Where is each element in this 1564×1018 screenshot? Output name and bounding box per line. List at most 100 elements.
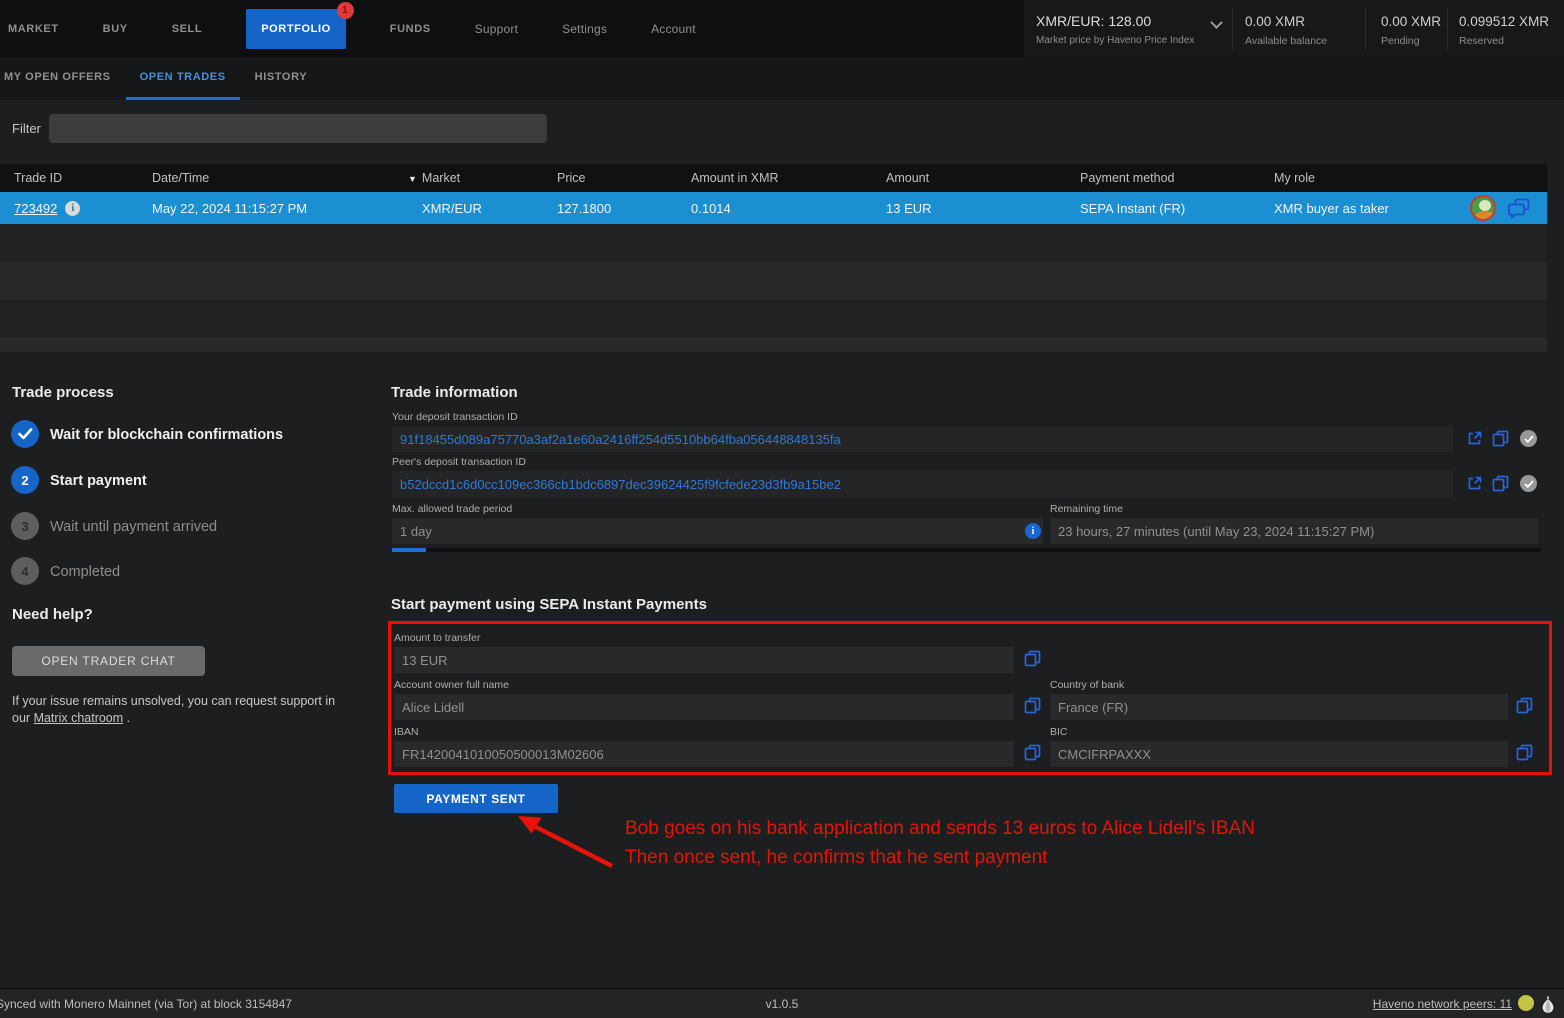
period-info-icon[interactable] <box>1025 523 1041 539</box>
iban-field[interactable]: FR1420041010050500013M02606 <box>394 741 1014 767</box>
col-datetime[interactable]: Date/Time <box>152 171 408 185</box>
external-link-icon[interactable] <box>1466 430 1483 447</box>
tab-history[interactable]: HISTORY <box>253 57 310 100</box>
country-field[interactable]: France (FR) <box>1050 694 1508 720</box>
chevron-down-icon <box>1210 16 1223 29</box>
nav-portfolio-label: PORTFOLIO <box>261 23 331 35</box>
copy-icon[interactable] <box>1024 744 1041 761</box>
your-deposit-tx-field[interactable]: 91f18455d089a75770a3af2a1e60a2416ff254d5… <box>392 426 1453 452</box>
trade-info-icon[interactable] <box>65 201 80 216</box>
cell-amount-xmr: 0.1014 <box>691 201 886 216</box>
version-label: v1.0.5 <box>766 997 799 1011</box>
step4-number: 4 <box>11 557 39 585</box>
tor-onion-icon <box>1540 994 1556 1014</box>
network-status-dot <box>1518 995 1534 1011</box>
help-text: If your issue remains unsolved, you can … <box>12 693 342 727</box>
balance-panel: XMR/EUR: 128.00 Market price by Haveno P… <box>1024 0 1564 57</box>
empty-row <box>0 224 1547 262</box>
col-my-role[interactable]: My role <box>1274 171 1470 185</box>
remaining-time-field[interactable]: 23 hours, 27 minutes (until May 23, 2024… <box>1050 518 1538 544</box>
nav-buy[interactable]: BUY <box>103 23 128 35</box>
pending-balance-value: 0.00 XMR <box>1381 14 1441 29</box>
nav-account[interactable]: Account <box>651 22 696 36</box>
max-period-label: Max. allowed trade period <box>392 503 512 515</box>
reserved-balance-label: Reserved <box>1459 35 1504 47</box>
cell-datetime: May 22, 2024 11:15:27 PM <box>152 201 408 216</box>
copy-icon[interactable] <box>1024 650 1041 667</box>
haveno-app: MARKET BUY SELL PORTFOLIO 1 FUNDS Suppor… <box>0 0 1564 1018</box>
copy-icon[interactable] <box>1492 475 1509 492</box>
peer-avatar[interactable] <box>1470 195 1496 221</box>
tab-my-open-offers[interactable]: MY OPEN OFFERS <box>2 57 113 100</box>
nav-sell[interactable]: SELL <box>172 23 203 35</box>
nav-portfolio[interactable]: PORTFOLIO 1 <box>246 9 346 49</box>
cell-my-role: XMR buyer as taker <box>1274 201 1470 216</box>
col-market[interactable]: ▼Market <box>408 171 557 185</box>
remaining-time-label: Remaining time <box>1050 503 1123 515</box>
nav-market[interactable]: MARKET <box>8 23 59 35</box>
step2-label: Start payment <box>50 473 147 489</box>
col-price[interactable]: Price <box>557 171 691 185</box>
matrix-chatroom-link[interactable]: Matrix chatroom <box>34 711 124 725</box>
tab-open-trades[interactable]: OPEN TRADES <box>126 57 240 100</box>
step3-label: Wait until payment arrived <box>50 519 217 535</box>
your-deposit-label: Your deposit transaction ID <box>392 411 518 423</box>
network-peers-link[interactable]: Haveno network peers: 11 <box>1373 997 1512 1011</box>
bic-field[interactable]: CMCIFRPAXXX <box>1050 741 1508 767</box>
filter-input[interactable] <box>49 114 547 143</box>
payment-section-title: Start payment using SEPA Instant Payment… <box>391 596 707 613</box>
status-bar: Synced with Monero Mainnet (via Tor) at … <box>0 988 1564 1018</box>
confirmed-check-icon <box>1520 475 1537 492</box>
copy-icon[interactable] <box>1492 430 1509 447</box>
amount-label: Amount to transfer <box>394 632 480 644</box>
market-price-value: XMR/EUR: 128.00 <box>1036 13 1151 29</box>
portfolio-badge: 1 <box>337 2 354 19</box>
market-price-subtitle: Market price by Haveno Price Index <box>1036 35 1194 46</box>
help-text-suffix: . <box>123 711 130 725</box>
nav-settings[interactable]: Settings <box>562 22 607 36</box>
empty-row <box>0 300 1547 337</box>
market-price-selector[interactable]: XMR/EUR: 128.00 Market price by Haveno P… <box>1024 0 1232 57</box>
nav-funds[interactable]: FUNDS <box>390 23 431 35</box>
cell-payment-method: SEPA Instant (FR) <box>1080 201 1274 216</box>
nav-support[interactable]: Support <box>475 22 518 36</box>
step4-label: Completed <box>50 564 120 580</box>
peer-deposit-tx-field[interactable]: b52dccd1c6d0cc109ec366cb1bdc6897dec39624… <box>392 471 1453 497</box>
copy-icon[interactable] <box>1516 744 1533 761</box>
step1-done-icon <box>11 420 39 448</box>
pending-balance-label: Pending <box>1381 35 1420 47</box>
top-nav-bar: MARKET BUY SELL PORTFOLIO 1 FUNDS Suppor… <box>0 0 1564 57</box>
cell-amount: 13 EUR <box>886 201 1080 216</box>
trades-table-header: Trade ID Date/Time ▼Market Price Amount … <box>0 164 1547 192</box>
available-balance-value: 0.00 XMR <box>1245 14 1305 29</box>
amount-field[interactable]: 13 EUR <box>394 647 1014 673</box>
sort-desc-icon: ▼ <box>408 174 417 184</box>
trade-information-title: Trade information <box>391 384 518 401</box>
country-label: Country of bank <box>1050 679 1124 691</box>
payment-sent-button[interactable]: PAYMENT SENT <box>394 784 558 813</box>
iban-label: IBAN <box>394 726 419 738</box>
col-payment-method[interactable]: Payment method <box>1080 171 1274 185</box>
owner-field[interactable]: Alice Lidell <box>394 694 1014 720</box>
trader-chat-icon[interactable] <box>1508 198 1530 219</box>
annotation-arrow <box>508 810 623 872</box>
copy-icon[interactable] <box>1024 697 1041 714</box>
max-period-field[interactable]: 1 day <box>392 518 1043 544</box>
cell-market: XMR/EUR <box>408 201 557 216</box>
available-balance-label: Available balance <box>1245 35 1327 47</box>
empty-row <box>0 262 1547 300</box>
open-trader-chat-button[interactable]: OPEN TRADER CHAT <box>12 646 205 676</box>
trade-id-link[interactable]: 723492 <box>14 201 57 216</box>
bic-label: BIC <box>1050 726 1068 738</box>
external-link-icon[interactable] <box>1466 475 1483 492</box>
table-row[interactable]: 723492 May 22, 2024 11:15:27 PM XMR/EUR … <box>0 192 1547 224</box>
step3-number: 3 <box>11 512 39 540</box>
col-amount[interactable]: Amount <box>886 171 1080 185</box>
cell-price: 127.1800 <box>557 201 691 216</box>
col-trade-id[interactable]: Trade ID <box>14 171 152 185</box>
portfolio-subtabs: MY OPEN OFFERS OPEN TRADES HISTORY <box>0 57 1564 100</box>
copy-icon[interactable] <box>1516 697 1533 714</box>
confirmed-check-icon <box>1520 430 1537 447</box>
peer-deposit-label: Peer's deposit transaction ID <box>392 456 526 468</box>
col-amount-xmr[interactable]: Amount in XMR <box>691 171 886 185</box>
